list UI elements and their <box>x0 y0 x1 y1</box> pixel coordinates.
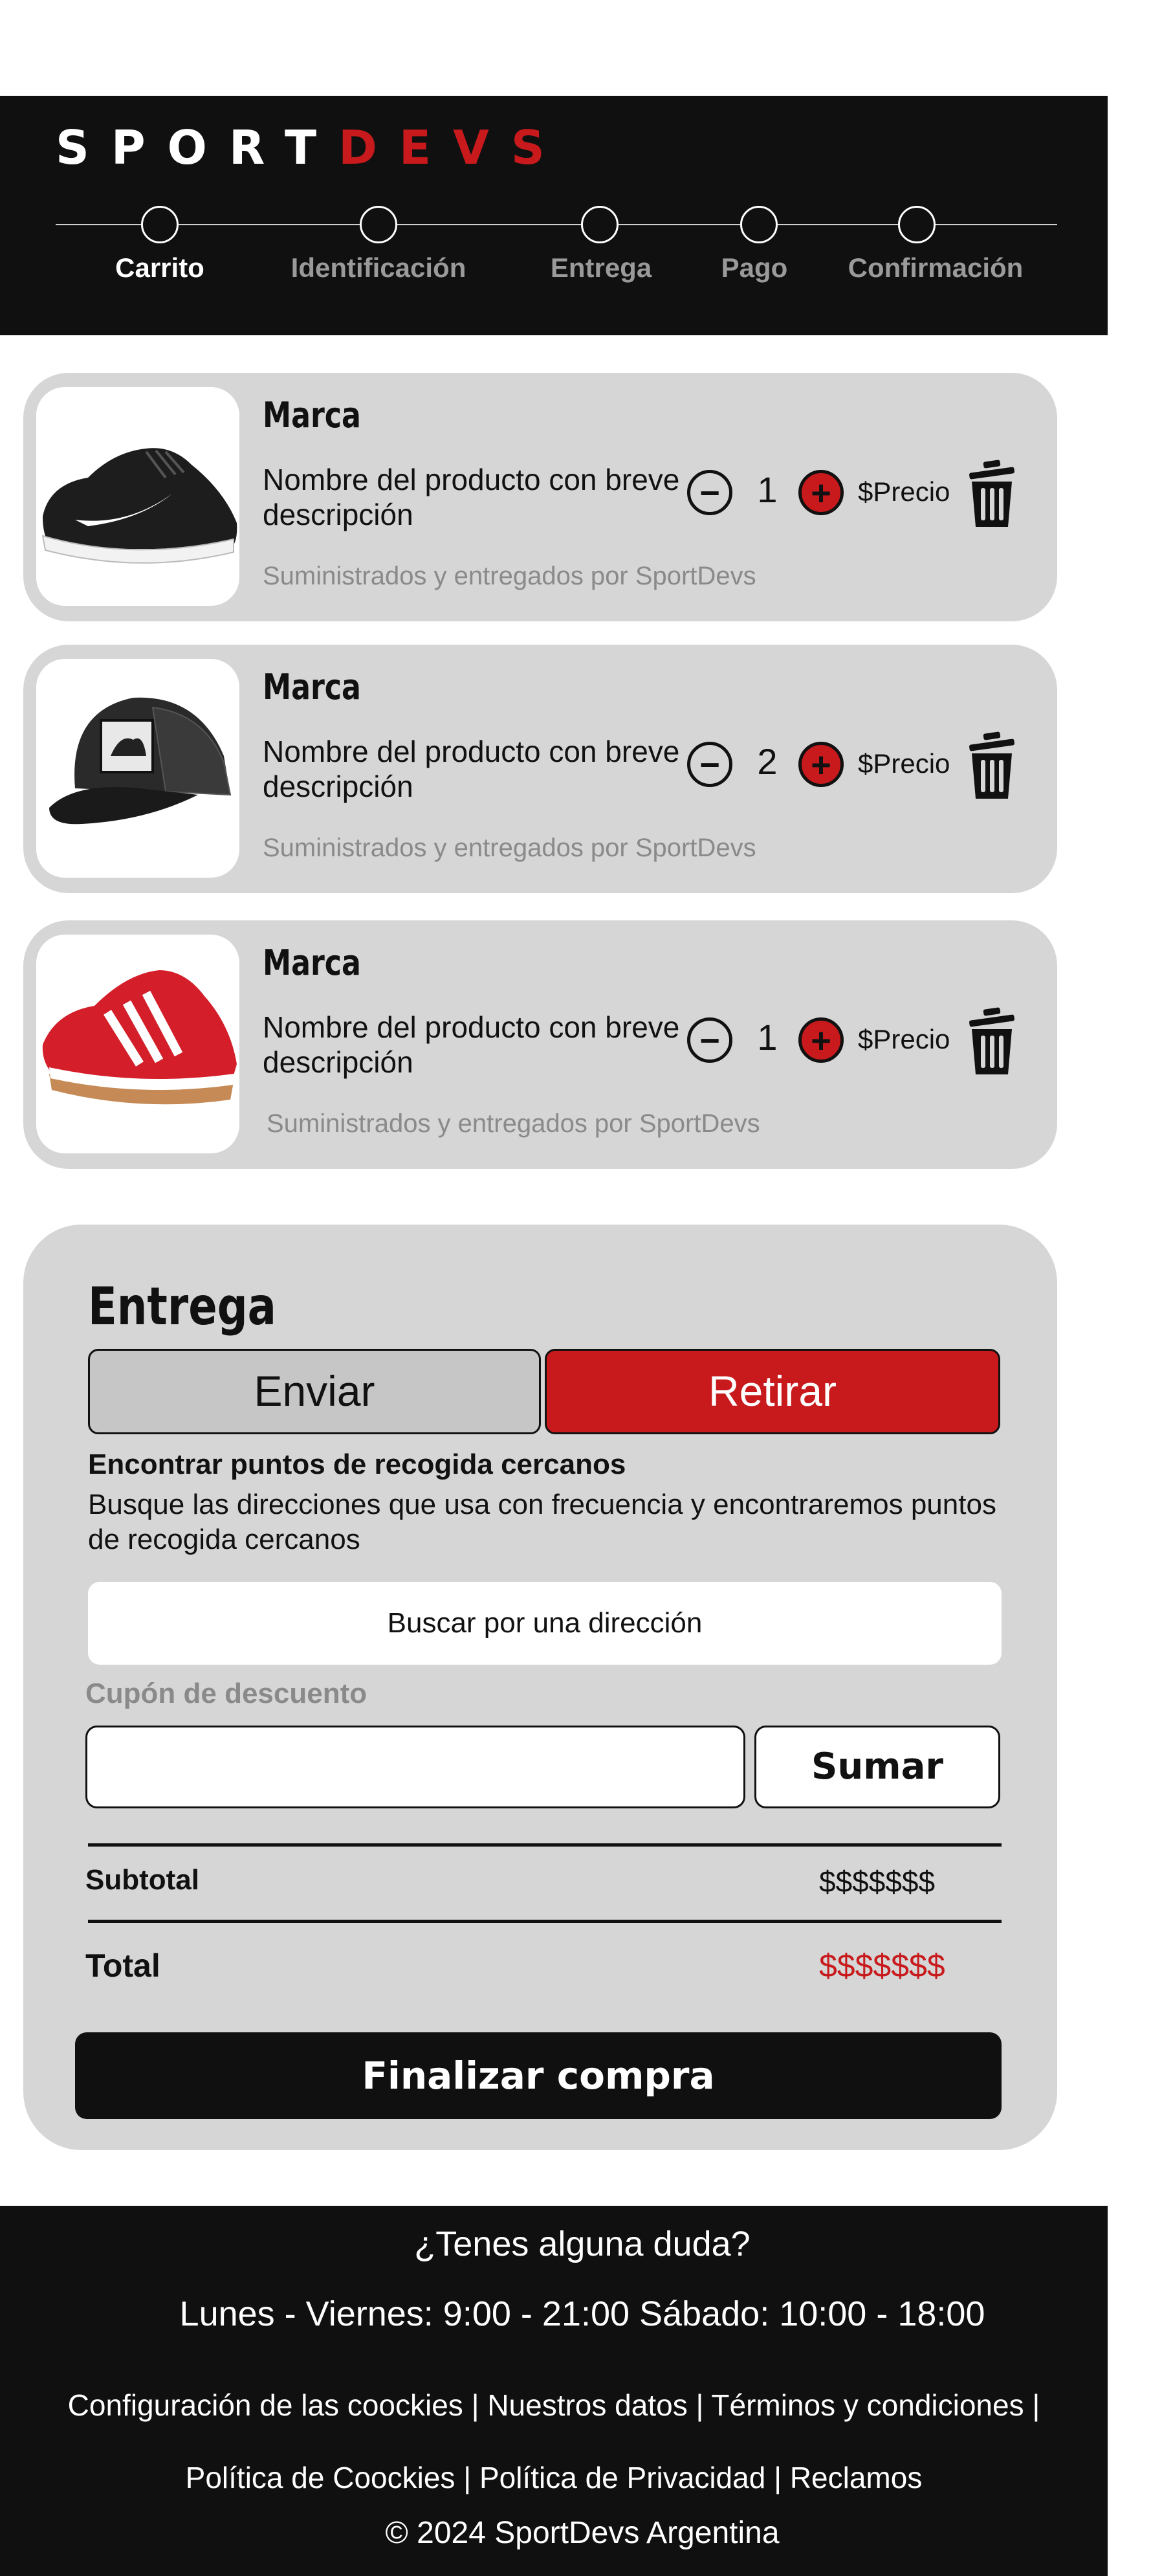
decrease-quantity-button[interactable]: − <box>687 470 732 515</box>
subtotal-value: $$$$$$$ <box>819 1865 936 1898</box>
coupon-input[interactable] <box>85 1726 745 1808</box>
cart-item: Marca Nombre del producto con breve desc… <box>23 920 1057 1169</box>
link-claims[interactable]: Reclamos <box>790 2461 923 2494</box>
increase-quantity-button[interactable]: + <box>798 1017 844 1063</box>
subtotal-label: Subtotal <box>85 1864 199 1896</box>
cart-item: Marca Nombre del producto con breve desc… <box>23 373 1057 621</box>
product-description[interactable]: Nombre del producto con breve descripció… <box>263 734 690 804</box>
footer-hours: Lunes - Viernes: 9:00 - 21:00 Sábado: 10… <box>179 2294 985 2333</box>
send-option-button[interactable]: Enviar <box>88 1349 541 1434</box>
product-supplier: Suministrados y entregados por SportDevs <box>263 562 756 590</box>
site-footer: ¿Tenes alguna duda? Lunes - Viernes: 9:0… <box>0 2206 1108 2576</box>
search-address-button[interactable]: Buscar por una dirección <box>88 1582 1002 1665</box>
step-carrito: Carrito <box>115 252 204 283</box>
decrease-quantity-button[interactable]: − <box>687 1017 732 1063</box>
link-separator: | <box>455 2461 479 2494</box>
logo-sport: SPORT <box>56 120 339 175</box>
product-image-black-sneaker[interactable] <box>36 387 239 606</box>
divider <box>88 1920 1002 1923</box>
product-description[interactable]: Nombre del producto con breve descripció… <box>263 462 690 532</box>
delivery-title: Entrega <box>88 1276 276 1337</box>
quantity-value: 1 <box>757 469 778 510</box>
product-supplier: Suministrados y entregados por SportDevs <box>267 1109 760 1138</box>
trash-icon[interactable] <box>965 729 1018 801</box>
link-our-data[interactable]: Nuestros datos <box>487 2388 687 2422</box>
link-separator: | <box>765 2461 790 2494</box>
product-brand[interactable]: Marca <box>263 395 361 436</box>
apply-coupon-button[interactable]: Sumar <box>754 1726 1000 1808</box>
total-label: Total <box>85 1948 160 1984</box>
product-brand[interactable]: Marca <box>263 667 361 707</box>
pickup-option-button[interactable]: Retirar <box>545 1349 1000 1434</box>
link-cookie-settings[interactable]: Configuración de las coockies <box>68 2388 463 2422</box>
link-separator: | <box>687 2388 712 2422</box>
link-separator: | <box>463 2388 488 2422</box>
site-header: SPORTDEVS Carrito Identificación Entrega… <box>0 96 1108 335</box>
link-privacy-policy[interactable]: Política de Privacidad <box>479 2461 765 2494</box>
quantity-value: 2 <box>757 741 778 782</box>
footer-links: Configuración de las coockies | Nuestros… <box>0 2369 1108 2514</box>
coupon-label: Cupón de descuento <box>85 1678 367 1709</box>
footer-copyright: © 2024 SportDevs Argentina <box>385 2516 780 2550</box>
link-separator: | <box>1024 2388 1040 2422</box>
step-entrega: Entrega <box>550 252 652 283</box>
step-dot-carrito <box>141 206 179 243</box>
product-image-red-sneaker[interactable] <box>36 935 239 1153</box>
decrease-quantity-button[interactable]: − <box>687 742 732 787</box>
increase-quantity-button[interactable]: + <box>798 470 844 515</box>
find-pickup-description: Busque las direcciones que usa con frecu… <box>88 1489 996 1555</box>
product-price: $Precio <box>858 748 950 779</box>
checkout-button[interactable]: Finalizar compra <box>75 2032 1002 2119</box>
product-price: $Precio <box>858 1024 950 1054</box>
cart-item: Marca Nombre del producto con breve desc… <box>23 645 1057 893</box>
step-pago: Pago <box>721 252 788 283</box>
product-price: $Precio <box>858 476 950 507</box>
link-terms[interactable]: Términos y condiciones <box>711 2388 1024 2422</box>
step-confirmacion: Confirmación <box>848 252 1024 283</box>
product-image-black-trucker-cap[interactable] <box>36 659 239 878</box>
step-dot-entrega <box>581 206 619 243</box>
quantity-value: 1 <box>757 1017 778 1058</box>
step-dot-pago <box>740 206 778 243</box>
increase-quantity-button[interactable]: + <box>798 742 844 787</box>
step-dot-identificacion <box>360 206 397 243</box>
product-brand[interactable]: Marca <box>263 942 361 983</box>
step-identificacion: Identificación <box>290 252 466 283</box>
footer-question: ¿Tenes alguna duda? <box>414 2225 751 2263</box>
total-value: $$$$$$$ <box>819 1948 945 1984</box>
product-supplier: Suministrados y entregados por SportDevs <box>263 834 756 862</box>
logo-devs: DEVS <box>338 120 567 175</box>
find-pickup-title: Encontrar puntos de recogida cercanos <box>88 1449 626 1480</box>
step-dot-confirmacion <box>898 206 936 243</box>
divider <box>88 1843 1002 1847</box>
sportdevs-logo[interactable]: SPORTDEVS <box>56 124 567 171</box>
link-cookie-policy[interactable]: Política de Coockies <box>186 2461 455 2494</box>
trash-icon[interactable] <box>965 457 1018 529</box>
product-description[interactable]: Nombre del producto con breve descripció… <box>263 1010 690 1080</box>
delivery-panel: Entrega Enviar Retirar Encontrar puntos … <box>23 1225 1057 2150</box>
trash-icon[interactable] <box>965 1005 1018 1077</box>
